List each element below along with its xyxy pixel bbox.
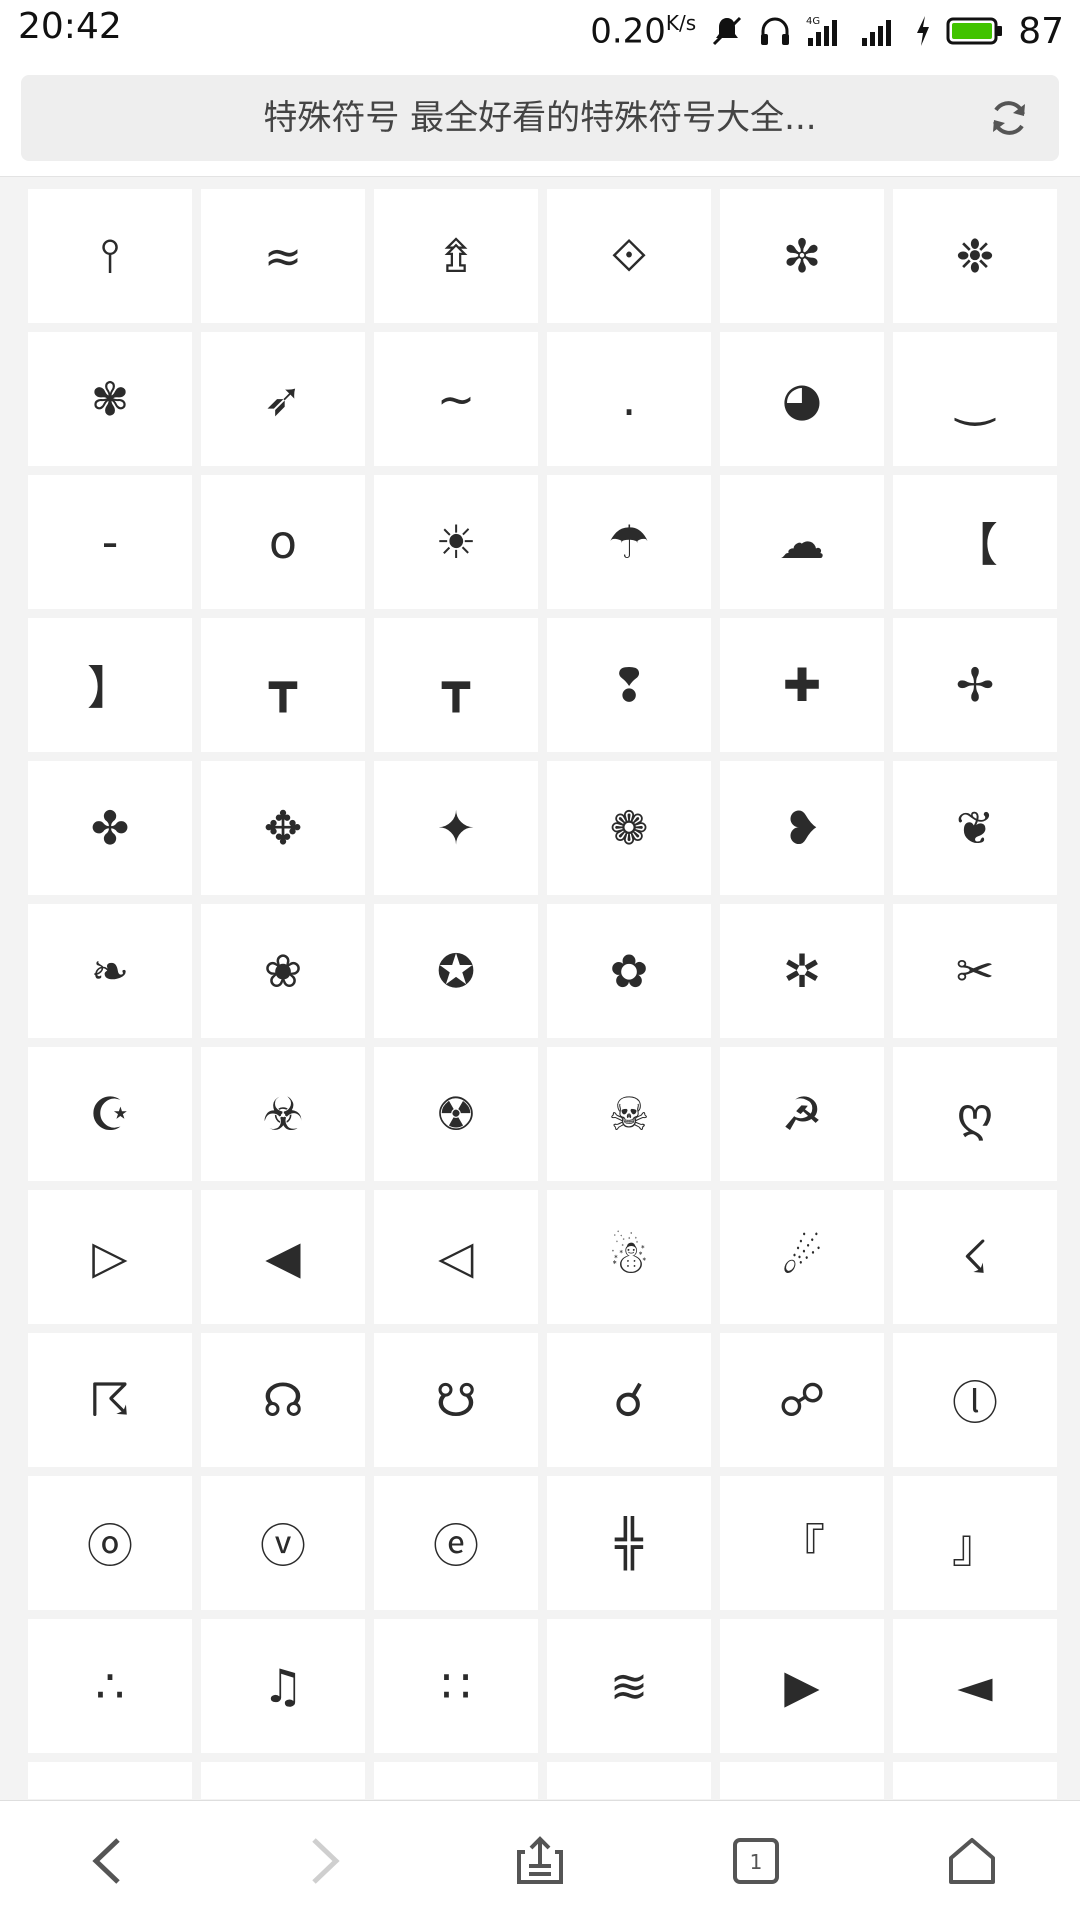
battery-icon	[946, 16, 1004, 46]
status-time: 20:42	[18, 6, 122, 47]
symbol-cell[interactable]: ◁	[374, 1190, 538, 1324]
symbol-cell[interactable]: ~	[374, 332, 538, 466]
symbol-cell[interactable]: ☭	[720, 1047, 884, 1181]
symbol-cell[interactable]: ∷	[374, 1619, 538, 1753]
symbol-cell[interactable]: ✂	[893, 904, 1057, 1038]
symbol-cell[interactable]: ⓔ	[374, 1476, 538, 1610]
symbol-cell[interactable]: ‿	[893, 332, 1057, 466]
symbol-cell[interactable]: ☃	[547, 1190, 711, 1324]
symbol-cell[interactable]: ✲	[720, 904, 884, 1038]
symbol-cell[interactable]: ☌	[547, 1333, 711, 1467]
symbol-cell[interactable]	[720, 1762, 884, 1799]
speed-unit: K/s	[665, 10, 697, 35]
symbol-cell[interactable]: ≈	[201, 189, 365, 323]
symbol-cell[interactable]	[547, 1762, 711, 1799]
symbol-cell[interactable]: ⇯	[374, 189, 538, 323]
symbol-cell[interactable]: ✾	[28, 332, 192, 466]
share-icon[interactable]	[495, 1816, 585, 1906]
symbol-cell[interactable]: ☂	[547, 475, 711, 609]
symbol-cell[interactable]: ✥	[201, 761, 365, 895]
symbol-cell[interactable]: ☁	[720, 475, 884, 609]
address-bar-container: 特殊符号 最全好看的特殊符号大全...	[0, 64, 1080, 177]
symbol-cell[interactable]: ☄	[720, 1190, 884, 1324]
symbol-cell[interactable]: ❁	[547, 761, 711, 895]
svg-text:4G: 4G	[806, 16, 820, 27]
symbol-cell[interactable]: ☣	[201, 1047, 365, 1181]
symbol-cell[interactable]: ▶	[720, 1619, 884, 1753]
symbol-cell[interactable]: ✢	[893, 618, 1057, 752]
symbol-cell[interactable]: ✤	[28, 761, 192, 895]
symbol-cell[interactable]: ☠	[547, 1047, 711, 1181]
back-icon[interactable]	[63, 1816, 153, 1906]
symbol-cell[interactable]: 】	[28, 618, 192, 752]
reload-icon[interactable]	[985, 94, 1033, 142]
symbol-cell[interactable]: ❦	[893, 761, 1057, 895]
symbol-cell[interactable]: ☇	[893, 1190, 1057, 1324]
symbol-cell[interactable]	[374, 1762, 538, 1799]
symbol-cell[interactable]: 【	[893, 475, 1057, 609]
symbol-cell[interactable]	[893, 1762, 1057, 1799]
symbol-cell[interactable]: ✦	[374, 761, 538, 895]
symbol-cell[interactable]: ➶	[201, 332, 365, 466]
symbol-cell[interactable]: ღ	[893, 1047, 1057, 1181]
symbol-cell[interactable]: ♫	[201, 1619, 365, 1753]
symbol-cell[interactable]: ☢	[374, 1047, 538, 1181]
symbol-grid: ⫯ ≈ ⇯ ⟐ ✼ ❉ ✾ ➶ ~. ◕ ‿ - o ☀ ☂ ☁ 【】 ┳ ┳ ❢ ✚ ✢ ✤ ✥ ✦ ❁ ❥ ❦ ❧ ❀ ✪ ✿ ✲ ✂ ☪ ☣ ☢ ☠…	[28, 189, 1060, 1799]
symbol-cell[interactable]: ◕	[720, 332, 884, 466]
symbol-cell[interactable]: ✼	[720, 189, 884, 323]
symbol-cell[interactable]: ☪	[28, 1047, 192, 1181]
status-right: 0.20K/s 4G 87	[590, 6, 1064, 56]
symbol-cell[interactable]: 』	[893, 1476, 1057, 1610]
symbol-cell[interactable]: ▷	[28, 1190, 192, 1324]
symbol-cell[interactable]: ╬	[547, 1476, 711, 1610]
forward-icon[interactable]	[279, 1816, 369, 1906]
symbol-cell[interactable]: ✪	[374, 904, 538, 1038]
status-bar: 20:42 0.20K/s 4G 87	[0, 0, 1080, 64]
symbol-cell[interactable]: ⟐	[547, 189, 711, 323]
signal-4g-icon: 4G	[806, 14, 846, 48]
symbol-cell[interactable]: ⫯	[28, 189, 192, 323]
signal-icon	[860, 14, 900, 48]
symbol-cell[interactable]: ☍	[720, 1333, 884, 1467]
symbol-cell[interactable]: .	[547, 332, 711, 466]
symbol-cell[interactable]: ┳	[201, 618, 365, 752]
page-title[interactable]: 特殊符号 最全好看的特殊符号大全...	[21, 75, 1059, 161]
symbol-cell[interactable]: -	[28, 475, 192, 609]
symbol-cell[interactable]: ❉	[893, 189, 1057, 323]
symbol-cell[interactable]	[28, 1762, 192, 1799]
tabs-button[interactable]: 1	[711, 1816, 801, 1906]
symbol-cell[interactable]: ◀	[201, 1190, 365, 1324]
charging-icon	[914, 14, 932, 48]
symbol-cell[interactable]: ☀	[374, 475, 538, 609]
symbol-cell[interactable]: ≋	[547, 1619, 711, 1753]
symbol-cell[interactable]: ☋	[374, 1333, 538, 1467]
symbol-cell[interactable]: ❥	[720, 761, 884, 895]
network-speed: 0.20K/s	[590, 10, 697, 52]
symbol-cell[interactable]: o	[201, 475, 365, 609]
symbol-cell[interactable]	[201, 1762, 365, 1799]
symbol-cell[interactable]: ⓞ	[28, 1476, 192, 1610]
symbol-cell[interactable]: ◄	[893, 1619, 1057, 1753]
symbol-cell[interactable]: ✿	[547, 904, 711, 1038]
symbol-cell[interactable]: ⓛ	[893, 1333, 1057, 1467]
mute-icon	[710, 14, 744, 48]
symbol-cell[interactable]: 『	[720, 1476, 884, 1610]
symbol-cell[interactable]: ⓥ	[201, 1476, 365, 1610]
symbol-cell[interactable]: ✚	[720, 618, 884, 752]
headphones-icon	[758, 14, 792, 48]
symbol-cell[interactable]: ┳	[374, 618, 538, 752]
symbol-cell[interactable]: ☊	[201, 1333, 365, 1467]
tabs-count: 1	[750, 1850, 763, 1874]
symbol-cell[interactable]: ∴	[28, 1619, 192, 1753]
bottom-nav: 1	[0, 1800, 1080, 1921]
address-bar[interactable]: 特殊符号 最全好看的特殊符号大全...	[21, 75, 1059, 161]
symbol-cell[interactable]: ❢	[547, 618, 711, 752]
symbol-cell[interactable]: ❧	[28, 904, 192, 1038]
symbol-cell[interactable]: ☈	[28, 1333, 192, 1467]
home-icon[interactable]	[927, 1816, 1017, 1906]
symbol-cell[interactable]: ❀	[201, 904, 365, 1038]
battery-percent: 87	[1018, 10, 1064, 52]
